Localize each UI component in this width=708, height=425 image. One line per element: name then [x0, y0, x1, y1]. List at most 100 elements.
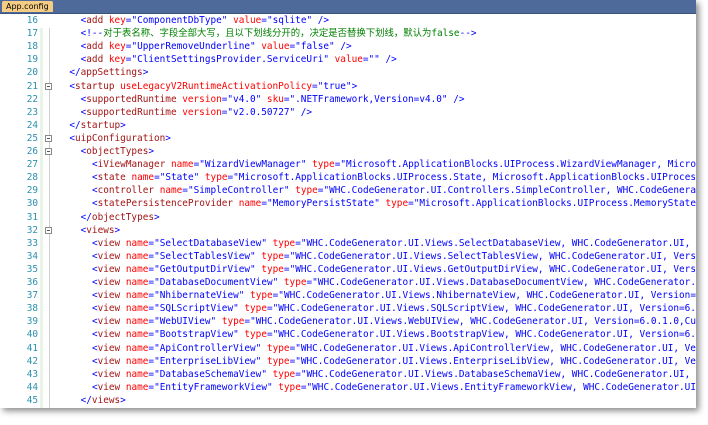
- code-line[interactable]: 37 <view name="NhibernateView" type="WHC.…: [0, 289, 696, 302]
- code-token: WHC.CodeGenerator.UI.Views.EnterpriseLib…: [300, 355, 696, 367]
- code-text: <startup useLegacyV2RuntimeActivationPol…: [69, 80, 357, 93]
- code-token: =": [261, 198, 273, 210]
- line-number: 42: [26, 355, 38, 367]
- line-number: 32: [26, 224, 38, 236]
- line-number: 22: [26, 93, 38, 105]
- code-line[interactable]: 16 <add key="ComponentDbType" value="sqli…: [0, 14, 696, 27]
- code-token: >: [165, 132, 171, 144]
- code-token: false: [300, 41, 330, 53]
- code-token: =": [182, 185, 194, 197]
- code-token: WHC.CodeGenerator.UI.Views.SelectTablesV…: [295, 250, 696, 262]
- code-token: SelectTablesView: [159, 250, 251, 262]
- code-token: =": [272, 290, 284, 302]
- fold-toggle-icon[interactable]: [45, 134, 52, 142]
- line-number: 20: [26, 67, 38, 79]
- code-token: add: [86, 41, 104, 53]
- code-token: ApiControllerView: [159, 342, 256, 354]
- code-token: >: [154, 211, 160, 223]
- code-token: =": [244, 316, 256, 328]
- code-line[interactable]: 27 <iViewManager name="WizardViewManager"…: [0, 158, 696, 171]
- code-line[interactable]: 28 <state name="State" type="Microsoft.Ap…: [0, 171, 696, 184]
- code-token: =": [193, 159, 205, 171]
- fold-toggle-icon[interactable]: [45, 82, 52, 90]
- code-text: <add key="ClientSettingsProvider.Service…: [81, 53, 397, 66]
- code-line[interactable]: 35 <view name="GetOutputDirView" type="WH…: [0, 263, 696, 276]
- code-token: 对于表名称、字段全部大写，且以下划线分开的，决定是否替换下划线，默认为false: [103, 28, 460, 40]
- code-line[interactable]: 34 <view name="SelectTablesView" type="WH…: [0, 250, 696, 263]
- code-line[interactable]: 38 <view name="SQLScriptView" type="WHC.C…: [0, 302, 696, 315]
- code-text: </objectTypes>: [81, 211, 160, 224]
- code-token: name: [154, 185, 183, 197]
- code-line[interactable]: 23 <supportedRuntime version="v2.0.50727"…: [0, 106, 696, 119]
- code-text: <views>: [81, 224, 121, 237]
- code-text: <navigationGraph name="SimpleWizardUIPAB…: [81, 407, 696, 408]
- code-token: type: [272, 381, 301, 393]
- code-token: =": [221, 93, 234, 105]
- code-token: =": [148, 381, 160, 393]
- code-token: WHC.CodeGenerator.UI.Views.GetOutputDirV…: [295, 263, 696, 275]
- code-line[interactable]: 43 <view name="DatabaseSchemaView" type="…: [0, 368, 696, 381]
- code-token: " />: [329, 41, 352, 53]
- code-token: =": [266, 329, 279, 341]
- tab-app-config[interactable]: App.config: [2, 1, 53, 12]
- code-token: name: [120, 237, 149, 249]
- code-text: <view name="SelectTablesView" type="WHC.…: [92, 250, 696, 263]
- code-token: view: [97, 329, 121, 341]
- code-token: =": [125, 54, 138, 66]
- code-line[interactable]: 21 <startup useLegacyV2RuntimeActivationP…: [0, 80, 696, 93]
- code-token: v4.0: [233, 93, 256, 105]
- code-token: view: [97, 303, 121, 315]
- code-token: value: [255, 41, 290, 53]
- line-number: 19: [26, 54, 38, 66]
- code-token: view: [97, 250, 121, 262]
- line-number: 46: [0, 407, 38, 408]
- line-number: 44: [26, 381, 38, 393]
- code-line[interactable]: 31 </objectTypes>: [0, 211, 696, 224]
- code-token: type: [289, 185, 318, 197]
- code-token: DatabaseDocumentView: [159, 277, 273, 288]
- line-number: 39: [26, 316, 38, 328]
- code-token: </: [80, 394, 92, 406]
- code-editor[interactable]: 16 <add key="ComponentDbType" value="sqli…: [0, 14, 696, 408]
- code-line[interactable]: 17 <!--对于表名称、字段全部大写，且以下划线分开的，决定是否替换下划线，默认…: [0, 27, 696, 40]
- code-line[interactable]: 18 <add key="UpperRemoveUnderline" value=…: [0, 40, 696, 53]
- code-token: appSettings: [80, 67, 143, 79]
- code-line[interactable]: 36 <view name="DatabaseDocumentView" type…: [0, 276, 696, 289]
- document-tab-strip: App.config: [0, 0, 696, 14]
- code-line[interactable]: 19 <add key="ClientSettingsProvider.Servi…: [0, 53, 696, 66]
- code-token: startup: [80, 119, 121, 131]
- code-token: WizardViewManager: [204, 159, 301, 171]
- code-line[interactable]: 40 <view name="BootstrapView" type="WHC.C…: [0, 328, 696, 341]
- code-token: </: [80, 211, 92, 223]
- code-line[interactable]: 42 <view name="EnterpriseLibView" type="W…: [0, 355, 696, 368]
- code-token: >: [120, 119, 126, 131]
- code-line[interactable]: 22 <supportedRuntime version="v4.0" sku="…: [0, 93, 696, 106]
- code-token: ClientSettingsProvider.ServiceUri: [137, 54, 324, 66]
- code-line[interactable]: 39 <view name="WebUIView" type="WHC.CodeG…: [0, 315, 696, 328]
- code-line[interactable]: 25 <uipConfiguration>: [0, 132, 696, 145]
- code-line[interactable]: 41 <view name="ApiControllerView" type="W…: [0, 342, 696, 355]
- code-line[interactable]: 24 </startup>: [0, 119, 696, 132]
- code-token: =": [148, 355, 160, 367]
- fold-toggle-icon[interactable]: [45, 226, 52, 234]
- code-line[interactable]: 45 </views>: [0, 394, 696, 407]
- line-number: 17: [26, 28, 38, 40]
- code-token: v2.0.50727: [233, 106, 290, 118]
- code-token: " />: [441, 93, 465, 105]
- code-token: WHC.CodeGenerator.UI.Views.DatabaseSchem…: [306, 368, 696, 380]
- line-number: 37: [26, 290, 38, 302]
- code-line[interactable]: 20 </appSettings>: [0, 66, 696, 79]
- code-line[interactable]: 30 <statePersistenceProvider name="Memory…: [0, 197, 696, 210]
- fold-toggle-icon[interactable]: [45, 148, 52, 155]
- code-token: =": [227, 172, 239, 184]
- code-token: view: [97, 316, 121, 328]
- code-line[interactable]: 33 <view name="SelectDatabaseView" type="…: [0, 237, 696, 250]
- code-line[interactable]: 29 <controller name="SimpleController" ty…: [0, 184, 696, 197]
- code-line[interactable]: 46 <navigationGraph name="SimpleWizardUIP…: [0, 407, 696, 408]
- code-line[interactable]: 32 <views>: [0, 224, 696, 237]
- code-line[interactable]: 44 <view name="EntityFrameworkView" type=…: [0, 381, 696, 394]
- code-line[interactable]: 26 <objectTypes>: [0, 145, 696, 158]
- code-token: controller: [97, 185, 155, 197]
- code-token: name: [120, 316, 149, 328]
- code-token: iViewManager: [97, 159, 166, 171]
